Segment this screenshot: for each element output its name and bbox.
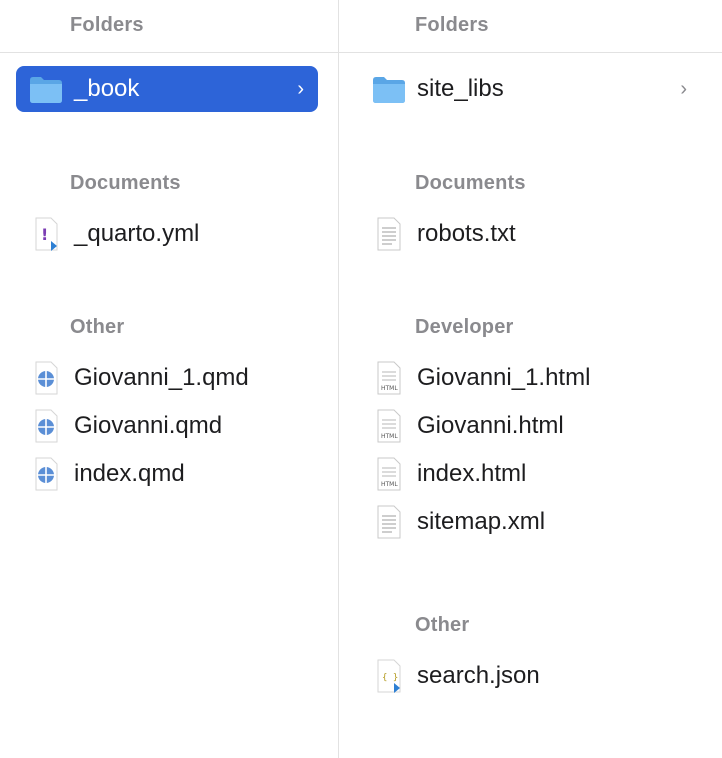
chevron-right-icon: › (297, 78, 304, 100)
qmd-file-icon (28, 456, 64, 492)
file-item-sitemap-xml[interactable]: sitemap.xml (361, 499, 701, 545)
folders-section-title: Folders (415, 14, 489, 36)
qmd-file-icon (28, 408, 64, 444)
folder-item-site-libs[interactable]: site_libs › (361, 66, 701, 112)
right-column: Folders site_libs › Documents robots.txt… (339, 0, 722, 758)
folder-icon (371, 71, 407, 107)
file-item-index-html[interactable]: HTML index.html (361, 451, 701, 497)
json-vscode-file-icon: { } (371, 658, 407, 694)
left-column-header: Folders (0, 0, 338, 53)
file-item-giovanni-html[interactable]: HTML Giovanni.html (361, 403, 701, 449)
file-item-robots-txt[interactable]: robots.txt (361, 211, 701, 257)
file-item-label: sitemap.xml (417, 508, 546, 535)
file-item-search-json[interactable]: { } search.json (361, 653, 701, 699)
text-file-icon (371, 504, 407, 540)
file-item-label: index.html (417, 460, 527, 487)
file-item-index-qmd[interactable]: index.qmd (16, 451, 318, 497)
developer-section-title: Developer (415, 316, 514, 338)
file-item-label: index.qmd (74, 460, 185, 487)
file-item-label: Giovanni.qmd (74, 412, 223, 439)
html-file-icon: HTML (371, 360, 407, 396)
svg-text:HTML: HTML (381, 481, 398, 488)
documents-section-title: Documents (415, 172, 526, 194)
file-item-quarto-yml[interactable]: ! _quarto.yml (16, 211, 318, 257)
file-item-giovanni-1-html[interactable]: HTML Giovanni_1.html (361, 355, 701, 401)
svg-text:HTML: HTML (381, 385, 398, 392)
html-file-icon: HTML (371, 408, 407, 444)
other-section-title: Other (415, 614, 470, 636)
folder-icon (28, 71, 64, 107)
chevron-right-icon: › (680, 78, 687, 100)
qmd-file-icon (28, 360, 64, 396)
folder-item-label: site_libs (417, 75, 504, 102)
file-item-label: robots.txt (417, 220, 516, 247)
file-item-label: _quarto.yml (74, 220, 200, 247)
file-item-label: Giovanni.html (417, 412, 564, 439)
yml-vscode-file-icon: ! (28, 216, 64, 252)
file-item-giovanni-1-qmd[interactable]: Giovanni_1.qmd (16, 355, 318, 401)
file-item-giovanni-qmd[interactable]: Giovanni.qmd (16, 403, 318, 449)
file-item-label: Giovanni_1.html (417, 364, 591, 391)
folder-item-label: _book (74, 75, 140, 102)
folder-item-book[interactable]: _book › (16, 66, 318, 112)
svg-text:{ }: { } (382, 673, 398, 683)
folders-section-title: Folders (70, 14, 144, 36)
documents-section-title: Documents (70, 172, 181, 194)
file-item-label: Giovanni_1.qmd (74, 364, 249, 391)
text-file-icon (371, 216, 407, 252)
svg-text:HTML: HTML (381, 433, 398, 440)
svg-text:!: ! (41, 225, 48, 244)
html-file-icon: HTML (371, 456, 407, 492)
other-section-title: Other (70, 316, 125, 338)
file-item-label: search.json (417, 662, 540, 689)
left-column: Folders _book › Documents ! _quarto.yml … (0, 0, 338, 758)
right-column-header: Folders (339, 0, 722, 53)
